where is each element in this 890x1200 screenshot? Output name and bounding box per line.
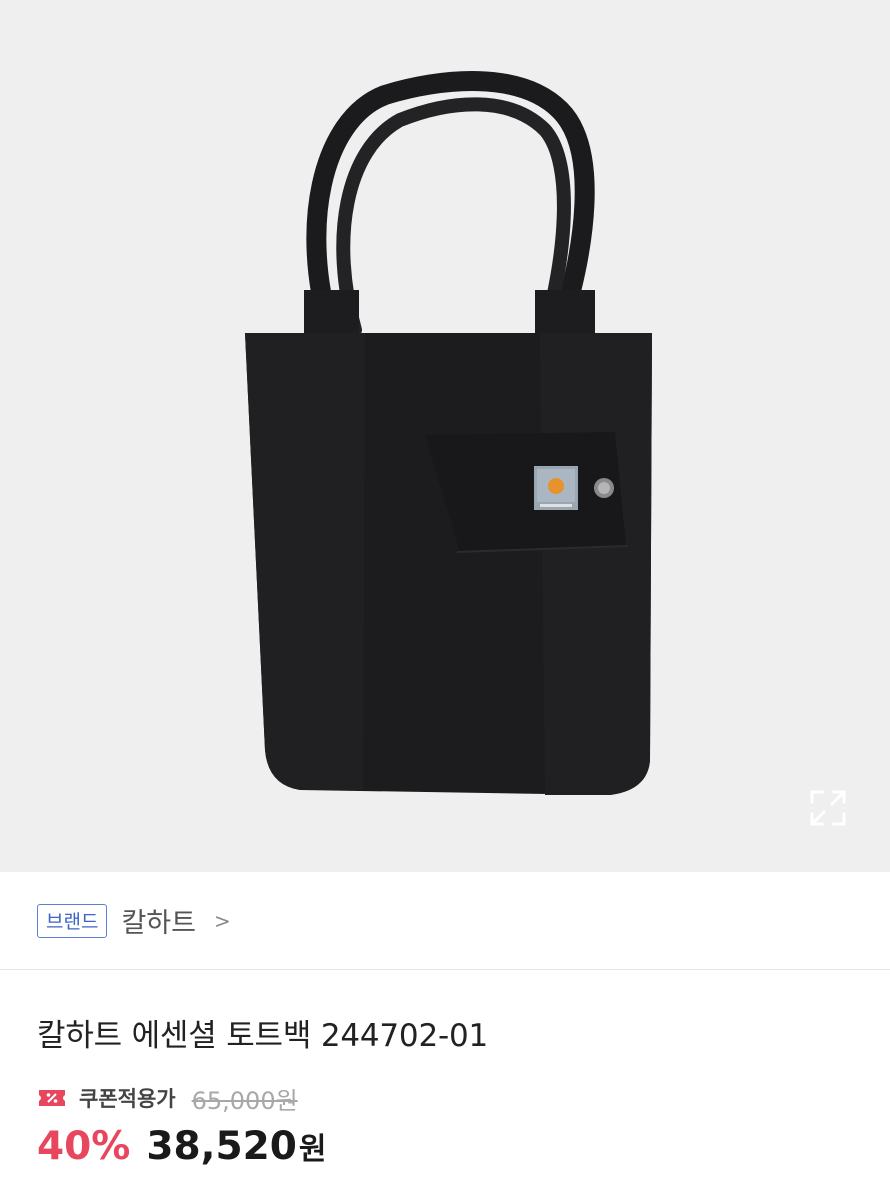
original-price: 65,000원 bbox=[191, 1086, 298, 1115]
sale-price: 38,520 bbox=[146, 1124, 297, 1169]
expand-icon[interactable] bbox=[806, 786, 850, 830]
brand-row[interactable]: 브랜드 칼하트 > bbox=[0, 872, 890, 970]
brand-name-link[interactable]: 칼하트 bbox=[121, 901, 196, 940]
sale-price-row: 40% 38,520 원 bbox=[37, 1124, 326, 1169]
chevron-right-icon[interactable]: > bbox=[214, 909, 231, 933]
brand-badge: 브랜드 bbox=[37, 903, 108, 938]
product-title: 칼하트 에센셜 토트백 244702-01 bbox=[37, 1018, 489, 1054]
coupon-icon bbox=[39, 1090, 65, 1106]
tote-bag-image bbox=[245, 71, 652, 795]
coupon-price-label: 쿠폰적용가 bbox=[79, 1087, 176, 1111]
coupon-price-row: 쿠폰적용가 65,000원 bbox=[37, 1078, 298, 1118]
discount-rate: 40% bbox=[37, 1124, 131, 1169]
product-image[interactable] bbox=[0, 0, 890, 872]
price-unit: 원 bbox=[298, 1132, 327, 1167]
